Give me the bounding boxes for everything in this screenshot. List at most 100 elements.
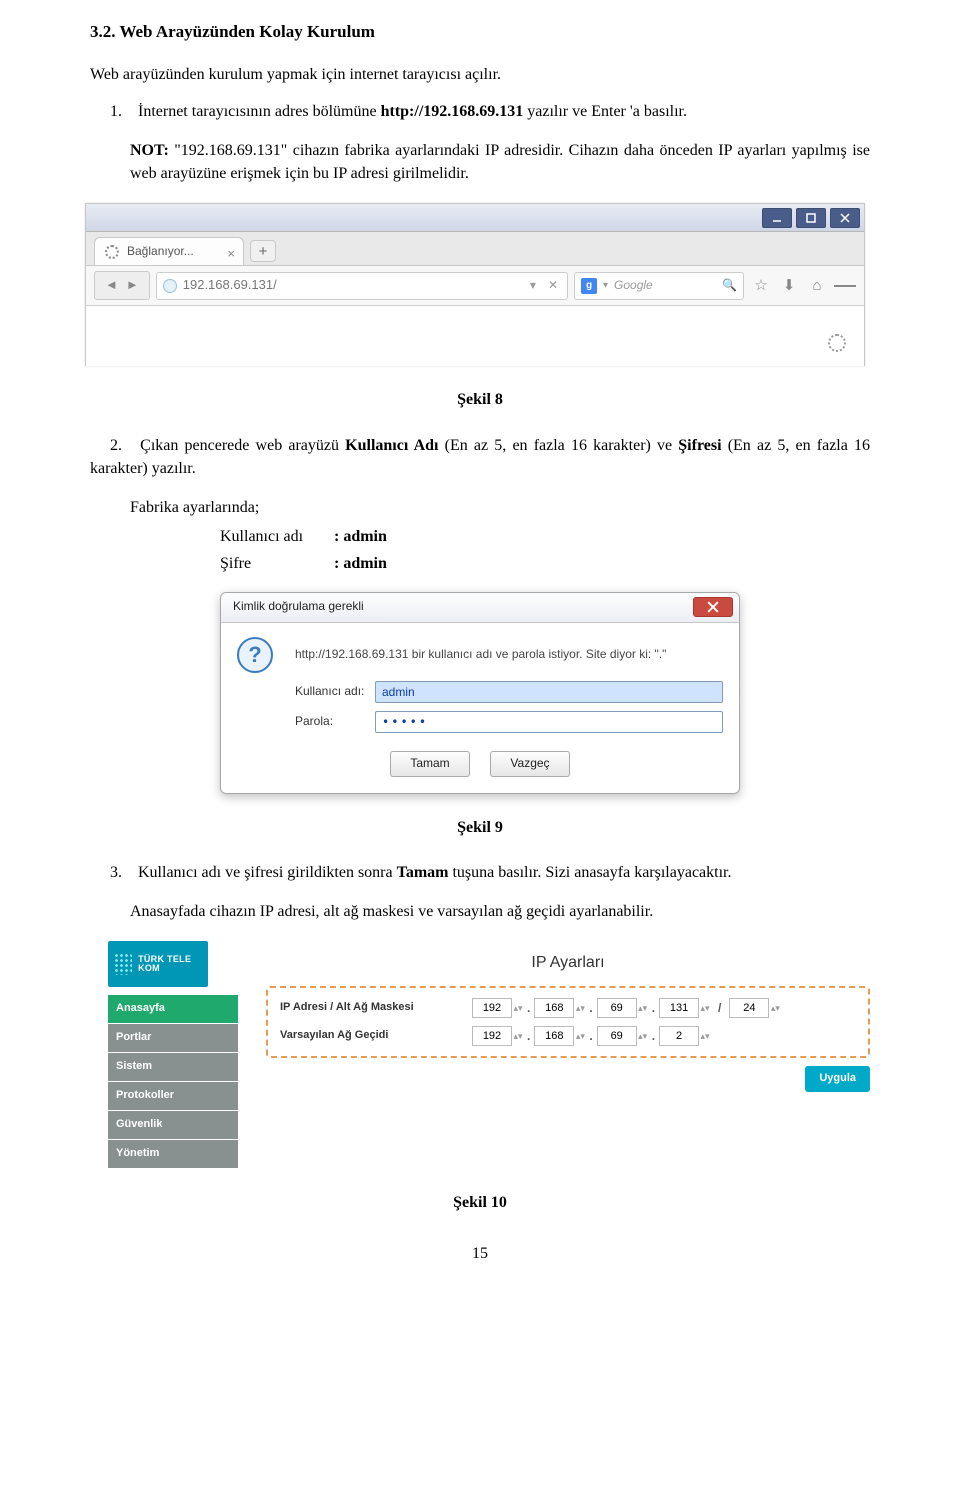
browser-screenshot: Bağlanıyor... × + ◄ ► 192.168.69.131/ ▾ … <box>85 203 865 366</box>
browser-viewport <box>86 306 864 366</box>
search-provider-icon: g <box>581 278 597 294</box>
section-heading: 3.2. Web Arayüzünden Kolay Kurulum <box>90 20 870 45</box>
stepper-icon[interactable]: ▴▾ <box>700 1030 710 1043</box>
sidebar-item-portlar[interactable]: Portlar <box>108 1024 238 1053</box>
step2-text-a: Çıkan pencerede web arayüzü <box>140 437 345 454</box>
auth-message: http://192.168.69.131 bir kullanıcı adı … <box>295 646 723 663</box>
ip-form: IP Adresi / Alt Ağ Maskesi 192▴▾. 168▴▾.… <box>266 986 870 1058</box>
ip-address-input: 192▴▾. 168▴▾. 69▴▾. 131▴▾ / 24▴▾ <box>472 998 780 1018</box>
sidebar-item-guvenlik[interactable]: Güvenlik <box>108 1111 238 1140</box>
octet-input[interactable]: 2 <box>659 1026 699 1046</box>
tab-close-icon[interactable]: × <box>227 245 235 264</box>
sidebar-item-anasayfa[interactable]: Anasayfa <box>108 995 238 1024</box>
search-bar[interactable]: g ▾ Google 🔍 <box>574 272 744 300</box>
dot: . <box>527 1028 530 1045</box>
minimize-icon[interactable] <box>762 208 792 228</box>
stop-reload-icon[interactable]: ✕ <box>545 277 561 294</box>
password-value: : admin <box>334 555 387 572</box>
password-input[interactable] <box>375 711 723 733</box>
loading-spinner-icon <box>105 245 119 259</box>
octet-input[interactable]: 168 <box>534 1026 574 1046</box>
dot: . <box>652 1028 655 1045</box>
note-text: "192.168.69.131" cihazın fabrika ayarlar… <box>130 142 870 182</box>
ip-settings-panel: IP Ayarları IP Adresi / Alt Ağ Maskesi 1… <box>266 941 870 1169</box>
step3-bold: Tamam <box>397 864 449 881</box>
maximize-icon[interactable] <box>796 208 826 228</box>
octet-input[interactable]: 192 <box>472 1026 512 1046</box>
stepper-icon[interactable]: ▴▾ <box>575 1030 585 1043</box>
stepper-icon[interactable]: ▴▾ <box>513 1030 523 1043</box>
step-2: 2. Çıkan pencerede web arayüzü Kullanıcı… <box>90 434 870 480</box>
close-button[interactable] <box>693 597 733 617</box>
octet-input[interactable]: 168 <box>534 998 574 1018</box>
step1-text-a: İnternet tarayıcısının adres bölümüne <box>138 103 381 120</box>
step2-b2: Şifresi <box>678 437 721 454</box>
step-number: 3. <box>110 861 134 884</box>
ok-button[interactable]: Tamam <box>390 751 470 777</box>
gateway-input: 192▴▾. 168▴▾. 69▴▾. 2▴▾ <box>472 1026 710 1046</box>
logo-text: TÜRK TELE KOM <box>138 955 202 973</box>
figure-caption-8: Şekil 8 <box>90 388 870 411</box>
octet-input[interactable]: 69 <box>597 998 637 1018</box>
panel-title: IP Ayarları <box>266 951 870 974</box>
globe-icon <box>163 279 177 293</box>
cancel-button[interactable]: Vazgeç <box>490 751 570 777</box>
mask-input[interactable]: 24 <box>729 998 769 1018</box>
question-icon: ? <box>237 637 273 673</box>
chevron-down-icon[interactable]: ▾ <box>527 277 539 294</box>
page-number: 15 <box>90 1242 870 1265</box>
window-titlebar <box>86 204 864 232</box>
figure-caption-9: Şekil 9 <box>90 816 870 839</box>
step3-text-b: tuşuna basılır. Sizi anasayfa karşılayac… <box>448 864 731 881</box>
new-tab-button[interactable]: + <box>250 240 276 262</box>
download-icon[interactable]: ⬇ <box>778 275 800 297</box>
octet-input[interactable]: 131 <box>659 998 699 1018</box>
star-icon[interactable]: ☆ <box>750 275 772 297</box>
browser-tab[interactable]: Bağlanıyor... × <box>94 237 244 265</box>
chevron-down-icon[interactable]: ▾ <box>603 279 608 294</box>
stepper-icon[interactable]: ▴▾ <box>638 1002 648 1015</box>
logo-icon <box>114 953 132 975</box>
username-field-label: Kullanıcı adı: <box>295 683 375 700</box>
stepper-icon[interactable]: ▴▾ <box>770 1002 780 1015</box>
apply-button[interactable]: Uygula <box>805 1066 870 1092</box>
username-input[interactable] <box>375 681 723 703</box>
username-label: Kullanıcı adı <box>220 525 330 548</box>
home-icon[interactable]: ⌂ <box>806 275 828 297</box>
step1-url: http://192.168.69.131 <box>381 103 524 120</box>
step-1: 1. İnternet tarayıcısının adres bölümüne… <box>90 100 870 123</box>
nav-arrows: ◄ ► <box>94 271 150 300</box>
stepper-icon[interactable]: ▴▾ <box>700 1002 710 1015</box>
stepper-icon[interactable]: ▴▾ <box>575 1002 585 1015</box>
search-icon[interactable]: 🔍 <box>722 277 737 294</box>
password-label: Şifre <box>220 552 330 575</box>
step-3: 3. Kullanıcı adı ve şifresi girildikten … <box>90 861 870 884</box>
sidebar-item-protokoller[interactable]: Protokoller <box>108 1082 238 1111</box>
dialog-titlebar: Kimlik doğrulama gerekli <box>221 593 739 623</box>
url-text: 192.168.69.131/ <box>183 276 521 295</box>
intro-paragraph: Web arayüzünden kurulum yapmak için inte… <box>90 63 870 86</box>
step3-text-a: Kullanıcı adı ve şifresi girildikten son… <box>138 864 397 881</box>
url-bar[interactable]: 192.168.69.131/ ▾ ✕ <box>156 272 568 300</box>
back-icon[interactable]: ◄ <box>101 276 122 295</box>
gateway-label: Varsayılan Ağ Geçidi <box>280 1028 450 1044</box>
menu-icon[interactable] <box>834 275 856 297</box>
gear-icon[interactable] <box>828 334 846 352</box>
dialog-title: Kimlik doğrulama gerekli <box>233 598 364 615</box>
step1-note: NOT: "192.168.69.131" cihazın fabrika ay… <box>130 139 870 185</box>
logo: TÜRK TELE KOM <box>108 941 208 987</box>
default-password-row: Şifre : admin <box>220 552 870 575</box>
ip-mask-label: IP Adresi / Alt Ağ Maskesi <box>280 1000 450 1016</box>
sidebar-item-yonetim[interactable]: Yönetim <box>108 1140 238 1169</box>
navbar: ◄ ► 192.168.69.131/ ▾ ✕ g ▾ Google 🔍 ☆ ⬇… <box>86 266 864 306</box>
forward-icon[interactable]: ► <box>122 276 143 295</box>
stepper-icon[interactable]: ▴▾ <box>513 1002 523 1015</box>
close-icon[interactable] <box>830 208 860 228</box>
factory-settings-label: Fabrika ayarlarında; <box>130 496 870 519</box>
tab-title: Bağlanıyor... <box>127 243 194 260</box>
octet-input[interactable]: 69 <box>597 1026 637 1046</box>
sidebar-item-sistem[interactable]: Sistem <box>108 1053 238 1082</box>
octet-input[interactable]: 192 <box>472 998 512 1018</box>
stepper-icon[interactable]: ▴▾ <box>638 1030 648 1043</box>
sidebar: TÜRK TELE KOM Anasayfa Portlar Sistem Pr… <box>108 941 238 1169</box>
